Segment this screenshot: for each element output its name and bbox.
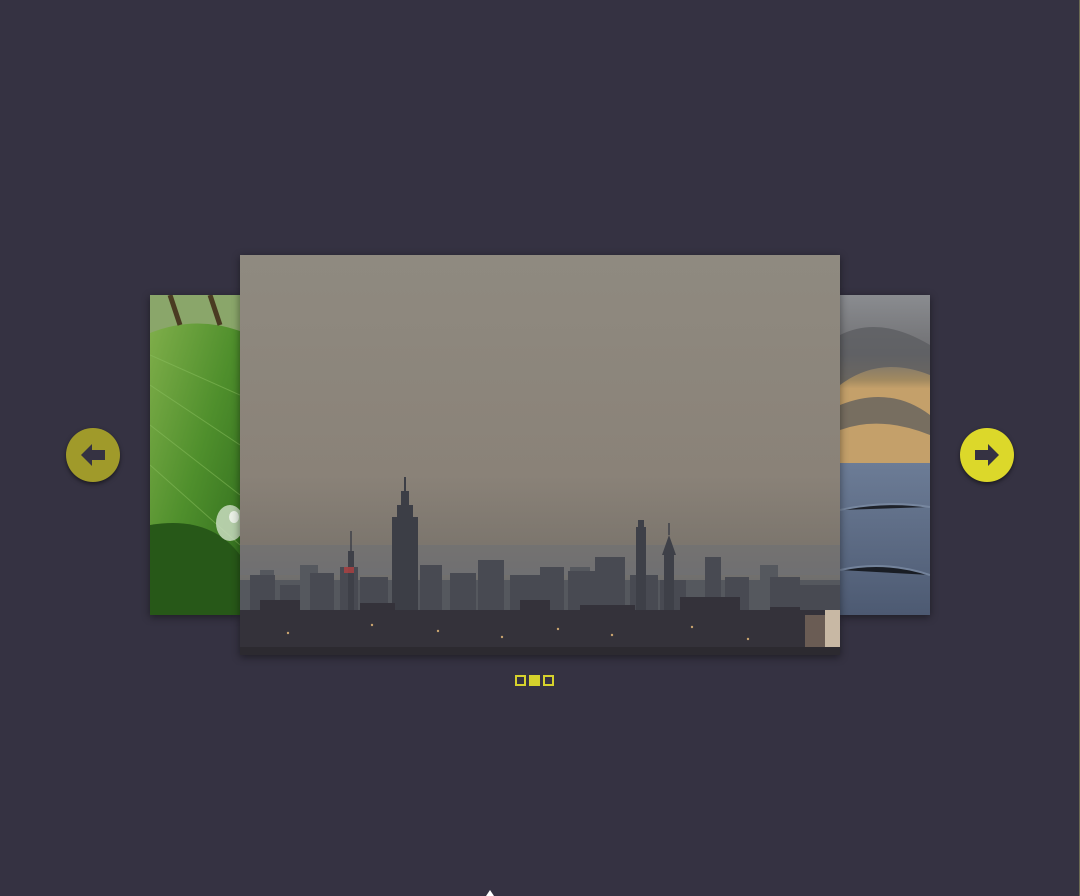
pagination-dots — [515, 675, 554, 686]
pagination-dot-2[interactable] — [529, 675, 540, 686]
active-slide-city-skyline[interactable] — [240, 255, 840, 655]
previous-button[interactable] — [66, 428, 120, 482]
pagination-dot-3[interactable] — [543, 675, 554, 686]
next-slide-sea[interactable] — [840, 295, 930, 615]
pagination-dot-1[interactable] — [515, 675, 526, 686]
carousel — [0, 0, 1080, 896]
arrow-right-icon — [975, 444, 999, 466]
next-button[interactable] — [960, 428, 1014, 482]
bottom-pointer-icon — [486, 890, 494, 896]
previous-slide-leaf[interactable] — [150, 295, 240, 615]
skyline-image — [240, 255, 840, 655]
leaf-image — [150, 295, 240, 615]
arrow-left-icon — [81, 444, 105, 466]
seascape-image — [840, 295, 930, 615]
